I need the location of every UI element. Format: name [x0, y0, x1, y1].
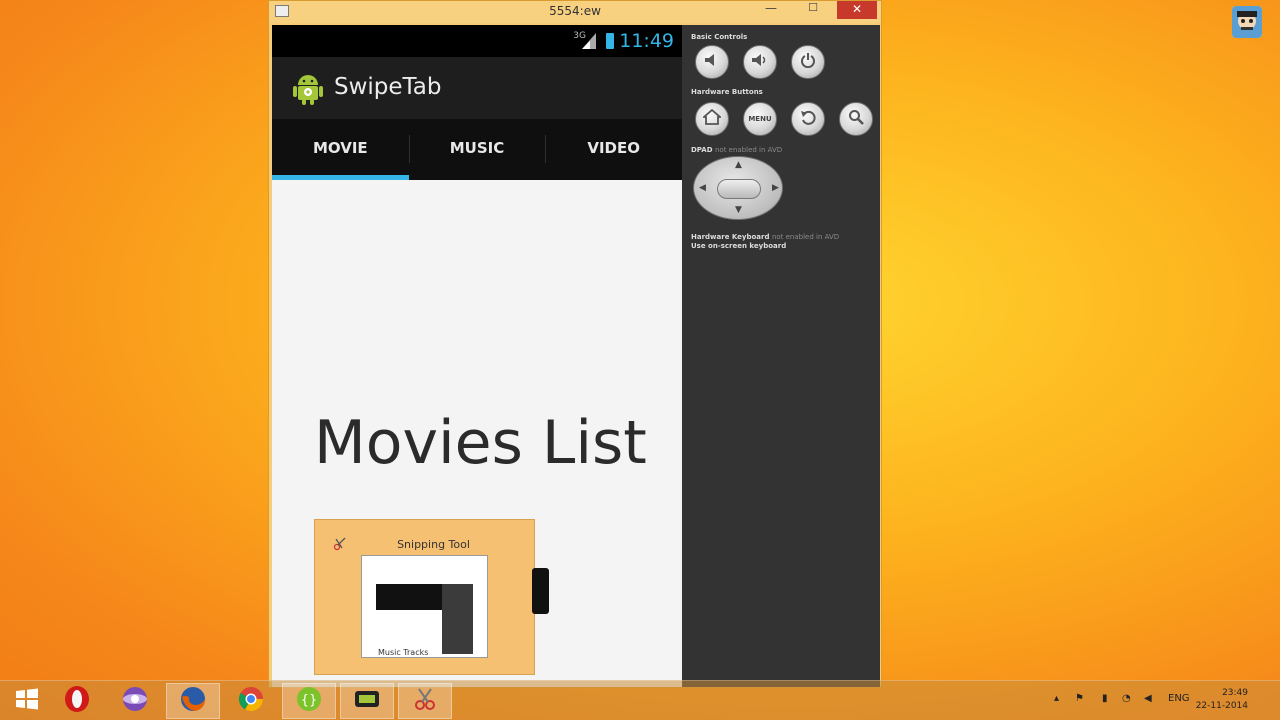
keyboard-hint: Use on-screen keyboard: [691, 242, 787, 250]
signal-icon: [582, 33, 596, 53]
volume-down-button[interactable]: [695, 45, 729, 79]
network-tray-icon[interactable]: ◔: [1122, 693, 1131, 704]
taskbar-opera[interactable]: [50, 683, 104, 719]
emulator-controls-panel: Basic Controls Hardware Buttons MENU DPA…: [682, 25, 880, 687]
search-button[interactable]: [839, 102, 873, 136]
tab-music[interactable]: MUSIC: [408, 119, 546, 180]
taskbar-code-editor[interactable]: {}: [282, 683, 336, 719]
tray-time: 23:49: [1222, 688, 1248, 698]
android-icon: [292, 71, 324, 109]
speaker-icon[interactable]: ◀: [1144, 693, 1152, 704]
dpad-right-icon[interactable]: ▶: [772, 183, 779, 193]
back-icon: [800, 109, 816, 129]
basic-controls-label: Basic Controls: [691, 33, 748, 41]
taskbar-app[interactable]: [108, 683, 162, 719]
snipping-tool-icon: [411, 685, 439, 717]
dpad-label-text: DPAD: [691, 146, 713, 154]
app-icon: [121, 685, 149, 717]
tab-video[interactable]: VIDEO: [545, 119, 682, 180]
hardware-buttons-label: Hardware Buttons: [691, 88, 763, 96]
taskbar-chrome[interactable]: [224, 683, 278, 719]
opera-icon: [63, 685, 91, 717]
dpad-down-icon[interactable]: ▼: [735, 205, 742, 215]
start-button[interactable]: [0, 683, 54, 719]
power-button[interactable]: [791, 45, 825, 79]
tray-clock[interactable]: 23:49 22-11-2014: [1196, 687, 1248, 713]
chrome-icon: [237, 685, 265, 717]
snipping-tool-title: Snipping Tool: [397, 538, 470, 551]
menu-button-label: MENU: [748, 115, 772, 123]
maximize-button[interactable]: ☐: [793, 1, 833, 19]
power-tray-icon[interactable]: ▮: [1102, 693, 1108, 704]
start-icon: [15, 687, 39, 715]
preview-label: Music Tracks: [378, 648, 429, 657]
dpad-left-icon[interactable]: ◀: [699, 183, 706, 193]
taskbar-snipping-tool[interactable]: [398, 683, 452, 719]
movies-list-heading: Movies List: [314, 408, 647, 478]
dpad-label: DPAD not enabled in AVD: [691, 146, 782, 154]
dpad-up-icon[interactable]: ▲: [735, 160, 742, 170]
taskbar-firefox[interactable]: [166, 683, 220, 719]
flag-icon[interactable]: ⚑: [1075, 693, 1084, 704]
power-icon: [800, 52, 816, 72]
preview-appbar: [376, 584, 442, 610]
menu-button[interactable]: MENU: [743, 102, 777, 136]
desktop-avatar-icon[interactable]: [1232, 6, 1262, 38]
dpad-control[interactable]: ▲ ▼ ◀ ▶: [693, 156, 783, 220]
dpad-note: not enabled in AVD: [714, 146, 783, 154]
home-button[interactable]: [695, 102, 729, 136]
app-title: SwipeTab: [334, 74, 442, 100]
firefox-icon: [179, 685, 207, 717]
keyboard-label: Hardware Keyboard: [691, 233, 770, 241]
tray-overflow-icon[interactable]: ▴: [1054, 693, 1059, 704]
keyboard-note: Hardware Keyboard not enabled in AVD Use…: [691, 233, 839, 251]
tray-date: 22-11-2014: [1195, 701, 1248, 711]
android-sdk-icon: [353, 687, 381, 715]
volume-down-icon: [704, 53, 720, 71]
tab-movie[interactable]: MOVIE: [272, 119, 409, 180]
battery-icon: [606, 33, 614, 49]
snipping-preview[interactable]: Music Tracks: [361, 555, 488, 658]
code-icon: {}: [295, 685, 323, 717]
svg-text:{}: {}: [301, 693, 318, 708]
minimize-button[interactable]: —: [751, 1, 791, 19]
window-peek-edge: [532, 568, 549, 614]
keyboard-note-text: not enabled in AVD: [771, 233, 840, 241]
close-button[interactable]: ✕: [837, 1, 877, 19]
taskbar: {} ▴ ⚑ ▮ ◔ ◀ ENG 23:49 22-11-2014: [0, 680, 1280, 720]
dpad-center-button[interactable]: [717, 179, 761, 199]
action-bar: SwipeTab: [272, 57, 682, 119]
volume-up-button[interactable]: [743, 45, 777, 79]
tab-bar: MOVIE MUSIC VIDEO: [272, 119, 682, 180]
android-status-bar: 3G 11:49: [272, 25, 682, 57]
taskbar-android-sdk[interactable]: [340, 683, 394, 719]
language-indicator[interactable]: ENG: [1168, 693, 1190, 704]
volume-up-icon: [751, 53, 769, 71]
search-icon: [848, 109, 864, 129]
back-button[interactable]: [791, 102, 825, 136]
home-icon: [701, 108, 723, 129]
preview-controls: [442, 584, 473, 654]
status-clock: 11:49: [619, 30, 674, 52]
window-titlebar[interactable]: 5554:ew — ☐ ✕: [269, 1, 881, 23]
snipping-tool-thumbnail[interactable]: Snipping Tool Music Tracks: [314, 519, 535, 675]
